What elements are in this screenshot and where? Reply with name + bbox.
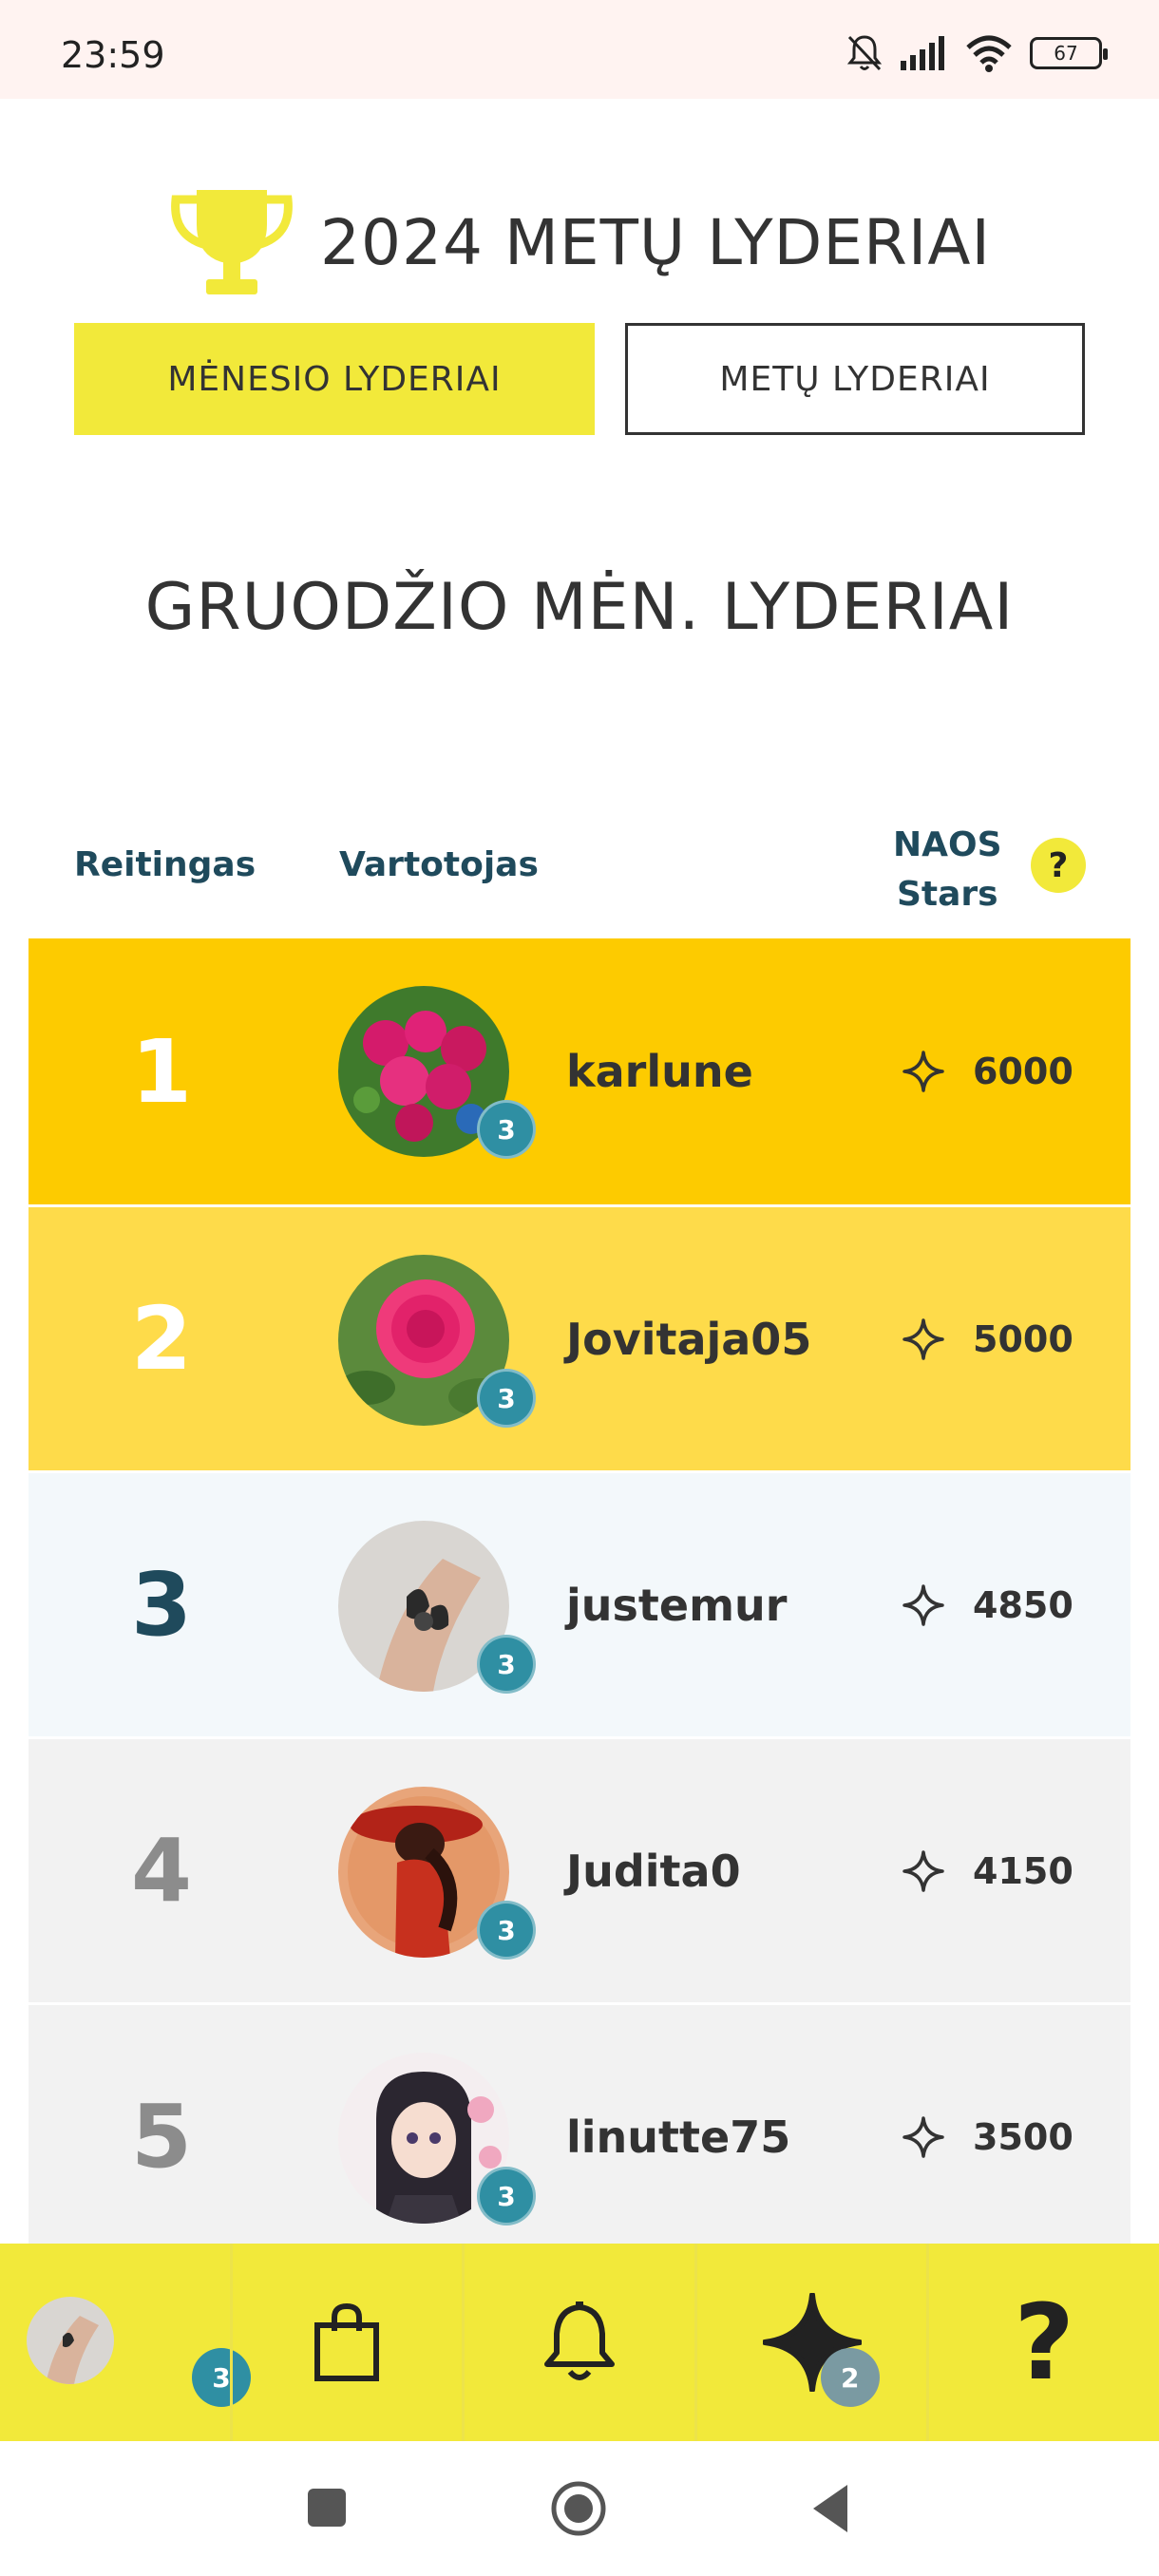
stars-count: 6000 bbox=[902, 938, 1074, 1204]
leaderboard-row[interactable]: 4 3 Judita0 4150 bbox=[28, 1736, 1130, 2002]
trophy-icon bbox=[171, 190, 293, 294]
stars-value: 6000 bbox=[973, 1051, 1074, 1092]
username[interactable]: Judita0 bbox=[566, 1739, 741, 2002]
stars-value: 4150 bbox=[973, 1849, 1074, 1892]
nav-notifications[interactable] bbox=[462, 2244, 694, 2441]
section-title: GRUODŽIO MĖN. LYDERIAI bbox=[144, 570, 1015, 645]
leaderboard-row[interactable]: 3 3 justemur 4850 bbox=[28, 1470, 1130, 1736]
column-header-stars: NAOS Stars bbox=[893, 821, 1002, 919]
nav-help[interactable]: ? bbox=[926, 2244, 1159, 2441]
signal-icon bbox=[901, 36, 944, 70]
stars-count: 4150 bbox=[902, 1739, 1074, 2002]
stars-value: 5000 bbox=[973, 1317, 1074, 1360]
stars-value: 4850 bbox=[973, 1583, 1074, 1626]
leaderboard-row[interactable]: 2 3 Jovitaja05 5000 bbox=[28, 1204, 1130, 1470]
username[interactable]: karlune bbox=[566, 938, 753, 1204]
status-bar: 23:59 67 bbox=[0, 0, 1159, 99]
star-outline-icon bbox=[902, 1317, 944, 1360]
nav-shop[interactable] bbox=[229, 2244, 463, 2441]
rank-number: 2 bbox=[130, 1288, 192, 1390]
back-button[interactable] bbox=[809, 2483, 851, 2534]
level-badge: 3 bbox=[477, 2167, 536, 2226]
status-time: 23:59 bbox=[61, 34, 165, 76]
column-header-stars-line2: Stars bbox=[896, 875, 998, 914]
username[interactable]: justemur bbox=[566, 1473, 787, 1736]
rank-number: 4 bbox=[130, 1820, 192, 1922]
nav-profile[interactable]: 3 bbox=[0, 2244, 251, 2441]
stars-value: 3500 bbox=[973, 2115, 1074, 2158]
leaderboard-row[interactable]: 1 3 karlune 6000 bbox=[28, 938, 1130, 1204]
column-header-user: Vartotojas bbox=[339, 845, 539, 884]
stars-count: 5000 bbox=[902, 1207, 1074, 1470]
bell-muted-icon bbox=[846, 35, 883, 71]
stars-badge: 2 bbox=[820, 2348, 880, 2407]
star-outline-icon bbox=[902, 2115, 944, 2158]
stars-count: 3500 bbox=[902, 2005, 1074, 2268]
shopping-bag-icon bbox=[314, 2302, 380, 2381]
bottom-navigation: 3 2 ? bbox=[0, 2244, 1159, 2441]
page-header: 2024 METŲ LYDERIAI bbox=[0, 180, 1159, 304]
stars-help-button[interactable]: ? bbox=[1031, 838, 1086, 893]
home-button[interactable] bbox=[549, 2479, 608, 2538]
wifi-icon bbox=[966, 35, 1012, 72]
battery-level: 67 bbox=[1054, 42, 1078, 65]
page-title: 2024 METŲ LYDERIAI bbox=[320, 205, 991, 279]
column-header-stars-line1: NAOS bbox=[893, 825, 1002, 864]
recents-button[interactable] bbox=[306, 2487, 348, 2529]
level-badge: 3 bbox=[477, 1369, 536, 1428]
system-navigation-bar bbox=[0, 2441, 1159, 2576]
column-header-rank: Reitingas bbox=[74, 845, 256, 884]
avatar[interactable] bbox=[27, 2297, 114, 2384]
rank-number: 5 bbox=[130, 2086, 192, 2188]
rank-number: 3 bbox=[130, 1554, 192, 1656]
star-outline-icon bbox=[902, 1051, 944, 1092]
rank-number: 1 bbox=[130, 1020, 192, 1123]
star-outline-icon bbox=[902, 1849, 944, 1892]
help-icon: ? bbox=[1014, 2282, 1075, 2403]
star-outline-icon bbox=[902, 1583, 944, 1626]
username[interactable]: linutte75 bbox=[566, 2005, 790, 2268]
tab-yearly-leaders[interactable]: METŲ LYDERIAI bbox=[625, 323, 1085, 435]
level-badge: 3 bbox=[477, 1635, 536, 1694]
leaderboard-row[interactable]: 5 3 linutte75 3500 bbox=[28, 2002, 1130, 2268]
nav-stars[interactable]: 2 bbox=[694, 2244, 927, 2441]
username[interactable]: Jovitaja05 bbox=[566, 1207, 811, 1470]
battery-icon: 67 bbox=[1030, 37, 1108, 69]
stars-count: 4850 bbox=[902, 1473, 1074, 1736]
bell-icon bbox=[543, 2301, 615, 2380]
status-icons: 67 bbox=[846, 32, 1108, 74]
level-badge: 3 bbox=[477, 1901, 536, 1960]
tab-monthly-leaders[interactable]: MĖNESIO LYDERIAI bbox=[74, 323, 595, 435]
level-badge: 3 bbox=[477, 1100, 536, 1159]
leaderboard-list: 1 3 karlune 6000 2 3 Jovitaja05 5000 3 3… bbox=[28, 938, 1130, 2268]
